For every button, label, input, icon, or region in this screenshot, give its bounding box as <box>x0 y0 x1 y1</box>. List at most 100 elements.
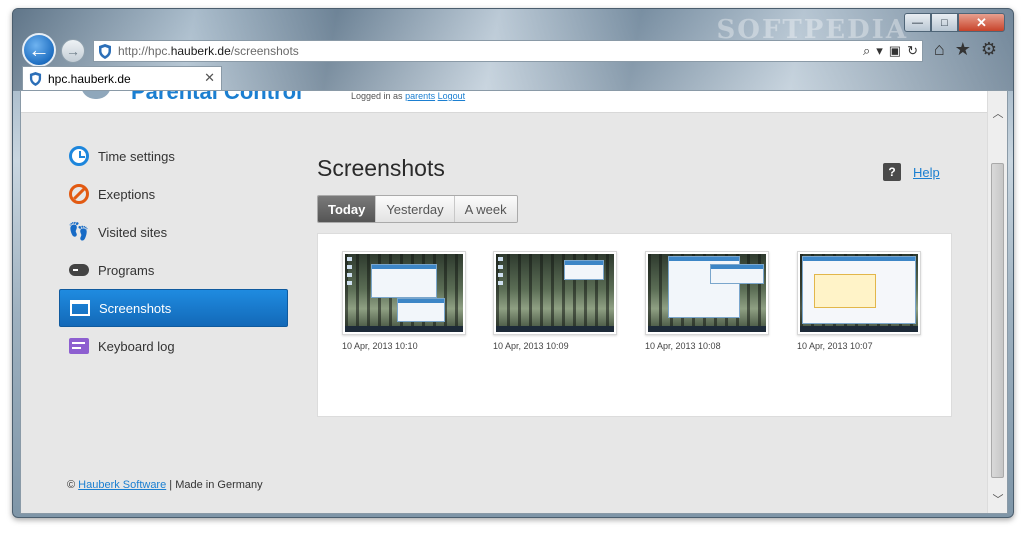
dropdown-arrow-icon[interactable]: ▾ <box>876 43 883 59</box>
screenshot-thumbnail[interactable] <box>797 251 921 335</box>
scroll-down-icon[interactable]: ﹀ <box>988 489 1007 509</box>
page-footer: © Hauberk Software | Made in Germany <box>67 479 263 491</box>
thumbnail-taskbar <box>800 326 918 332</box>
scroll-up-icon[interactable]: ︿ <box>988 103 1007 123</box>
thumbnail-window-bar <box>372 265 436 269</box>
url-path: /screenshots <box>230 44 299 58</box>
copyright-symbol: © <box>67 479 76 491</box>
thumbnail-window-bar <box>711 265 763 269</box>
sidebar-item-time-settings[interactable]: Time settings <box>59 137 288 175</box>
thumbnail-window-bar <box>565 261 603 265</box>
screenshot-item[interactable]: 10 Apr, 2013 10:09 <box>493 251 619 351</box>
footer-separator: | <box>169 479 173 491</box>
screenshot-thumbnail[interactable] <box>493 251 617 335</box>
url-domain: hauberk.de <box>170 44 231 58</box>
screenshot-timestamp: 10 Apr, 2013 10:10 <box>342 341 418 351</box>
thumbnail-image <box>345 254 463 332</box>
search-icon[interactable]: ⌕ <box>863 43 870 59</box>
sidebar-item-programs[interactable]: Programs <box>59 251 288 289</box>
thumbnail-image <box>496 254 614 332</box>
home-icon[interactable]: ⌂ <box>934 39 945 60</box>
thumbnail-window-bar <box>398 299 444 303</box>
sidebar-item-label: Visited sites <box>98 224 168 240</box>
screenshot-timestamp: 10 Apr, 2013 10:08 <box>645 341 721 351</box>
ban-icon-wrap <box>69 184 89 204</box>
screenshot-thumbnail[interactable] <box>645 251 769 335</box>
sidebar-item-screenshots[interactable]: Screenshots <box>59 289 288 327</box>
sidebar-item-label: Screenshots <box>99 300 172 316</box>
tab-a-week[interactable]: A week <box>453 196 517 222</box>
gamepad-icon-wrap <box>69 260 89 280</box>
favorites-star-icon[interactable]: ★ <box>955 39 971 60</box>
refresh-icon[interactable]: ↻ <box>907 43 918 59</box>
thumbnail-taskbar <box>496 326 614 332</box>
settings-gear-icon[interactable]: ⚙ <box>981 39 997 60</box>
ban-icon <box>69 184 89 204</box>
thumbnail-notice-panel <box>814 274 876 308</box>
sidebar-item-label: Exeptions <box>98 186 156 202</box>
thumbnail-taskbar <box>648 326 766 332</box>
desktop-icons <box>347 257 352 287</box>
logo-shield-icon <box>81 91 111 99</box>
browser-window: SOFTPEDIA — □ ✕ ← → http://hpc.hauberk.d… <box>12 8 1014 518</box>
help-area: ? Help <box>883 163 940 181</box>
back-button[interactable]: ← <box>22 33 56 67</box>
keyboard-icon <box>69 338 89 354</box>
thumbnail-image <box>800 254 918 332</box>
help-question-icon[interactable]: ? <box>883 163 901 181</box>
tab-today[interactable]: Today <box>318 196 376 222</box>
tab-close-icon[interactable]: ✕ <box>204 70 215 86</box>
made-in-text: Made in Germany <box>175 479 263 491</box>
thumbnail-window-bar <box>669 257 739 261</box>
screenshot-item[interactable]: 10 Apr, 2013 10:08 <box>645 251 771 351</box>
compatibility-view-icon[interactable]: ▣ <box>889 43 901 59</box>
clock-icon <box>69 146 89 166</box>
scrollbar-thumb[interactable] <box>991 163 1004 478</box>
screenshot-timestamp: 10 Apr, 2013 10:09 <box>493 341 569 351</box>
forward-button[interactable]: → <box>61 39 85 63</box>
thumbnail-image <box>648 254 766 332</box>
help-link[interactable]: Help <box>913 165 940 180</box>
screenshot-item[interactable]: 10 Apr, 2013 10:10 <box>342 251 468 351</box>
sidebar-item-visited-sites[interactable]: 👣 Visited sites <box>59 213 288 251</box>
company-link[interactable]: Hauberk Software <box>78 479 166 491</box>
browser-tab[interactable]: hpc.hauberk.de ✕ <box>22 66 222 90</box>
thumbnail-app-window <box>371 264 437 298</box>
sidebar-item-exeptions[interactable]: Exeptions <box>59 175 288 213</box>
header-links-prefix: Logged in as <box>351 91 403 101</box>
screenshot-item[interactable]: 10 Apr, 2013 10:07 <box>797 251 923 351</box>
tab-favicon-shield-icon <box>29 71 42 86</box>
site-shield-icon <box>99 43 111 59</box>
site-logo-text[interactable]: Parental Control <box>131 91 302 105</box>
screenshot-gallery: 10 Apr, 2013 10:10 10 Apr, 2013 10:09 10… <box>317 233 952 417</box>
page-content: Time settings Exeptions 👣 Visited sites … <box>21 113 989 513</box>
window-icon <box>70 300 90 316</box>
thumbnail-dialog-window <box>397 298 445 322</box>
screenshot-thumbnail[interactable] <box>342 251 466 335</box>
sidebar-item-keyboard-log[interactable]: Keyboard log <box>59 327 288 365</box>
sidebar-item-label: Time settings <box>98 148 175 164</box>
close-button[interactable]: ✕ <box>958 13 1005 32</box>
address-url[interactable]: http://hpc.hauberk.de/screenshots <box>118 44 299 58</box>
header-link-logout[interactable]: Logout <box>438 91 466 101</box>
screenshot-timestamp: 10 Apr, 2013 10:07 <box>797 341 873 351</box>
tab-title: hpc.hauberk.de <box>48 71 131 86</box>
site-header: Parental Control Logged in as parents Lo… <box>21 91 989 113</box>
window-caption-buttons: — □ ✕ <box>904 13 1005 32</box>
thumbnail-app-window <box>710 264 764 284</box>
sidebar-item-label: Programs <box>98 262 155 278</box>
window-icon-wrap <box>70 298 90 318</box>
header-links: Logged in as parents Logout <box>351 91 465 101</box>
minimize-button[interactable]: — <box>904 13 931 32</box>
address-tools: ⌕ ▾ ▣ ↻ <box>863 43 918 59</box>
address-bar[interactable]: http://hpc.hauberk.de/screenshots ⌕ ▾ ▣ … <box>93 40 923 62</box>
maximize-button[interactable]: □ <box>931 13 958 32</box>
header-link-parents[interactable]: parents <box>405 91 435 101</box>
page-title: Screenshots <box>317 155 445 181</box>
browser-toolbar-icons: ⌂ ★ ⚙ <box>934 39 997 60</box>
vertical-scrollbar[interactable]: ︿ ﹀ <box>987 91 1007 513</box>
sidebar-menu: Time settings Exeptions 👣 Visited sites … <box>59 137 288 365</box>
tab-yesterday[interactable]: Yesterday <box>375 196 454 222</box>
sidebar-item-label: Keyboard log <box>98 338 175 354</box>
gamepad-icon <box>69 264 89 276</box>
